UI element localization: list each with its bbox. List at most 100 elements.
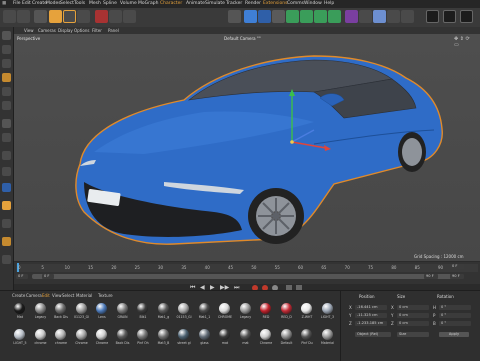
material-menu-select[interactable]: Select xyxy=(62,293,74,298)
material-swatch[interactable] xyxy=(198,303,210,314)
material-menu-camera[interactable]: Camera xyxy=(26,293,42,298)
render-view-icon[interactable] xyxy=(228,10,241,23)
edges-mode-icon[interactable] xyxy=(2,87,11,96)
start-frame-field[interactable]: 0 F xyxy=(16,274,28,279)
field-icon[interactable] xyxy=(314,10,327,23)
current-frame-field[interactable]: 0 F xyxy=(42,274,54,279)
material-swatch[interactable] xyxy=(239,329,251,340)
timeline-ruler[interactable] xyxy=(16,264,478,272)
right-frame-bottom[interactable]: 90 F xyxy=(450,274,464,279)
snap-icon[interactable] xyxy=(401,10,414,23)
material-swatch[interactable] xyxy=(116,303,128,314)
make-editable-icon[interactable] xyxy=(2,31,11,40)
workplane-icon[interactable] xyxy=(2,167,11,176)
menu-item-mesh[interactable]: Mesh xyxy=(89,0,101,8)
menu-item-simulate[interactable]: Simulate xyxy=(205,0,225,8)
menu-item-animate[interactable]: Animate xyxy=(186,0,205,8)
material-swatch[interactable] xyxy=(280,303,292,314)
deformer-icon[interactable] xyxy=(300,10,313,23)
cloner-icon[interactable] xyxy=(286,10,299,23)
material-swatch[interactable] xyxy=(14,329,25,340)
material-swatch[interactable] xyxy=(157,329,169,340)
material-swatch[interactable] xyxy=(34,303,46,314)
position-y-field[interactable]: -11.325 cm xyxy=(355,313,387,318)
size-z-field[interactable]: 0 cm xyxy=(397,321,429,326)
menu-item-edit[interactable]: Edit xyxy=(22,0,31,8)
material-swatch[interactable] xyxy=(260,303,271,314)
right-frame-top[interactable]: 0 F xyxy=(450,264,464,269)
material-menu-create[interactable]: Create xyxy=(12,293,25,298)
menu-item-modes[interactable]: Modes xyxy=(46,0,61,8)
display-icon[interactable] xyxy=(387,10,400,23)
material-swatch[interactable] xyxy=(137,329,148,340)
menu-item-tracker[interactable]: Tracker xyxy=(226,0,242,8)
undo-icon[interactable] xyxy=(3,10,16,23)
material-menu-edit[interactable]: Edit xyxy=(42,293,50,298)
material-menu-texture[interactable]: Texture xyxy=(98,293,113,298)
planar-workplane-icon[interactable] xyxy=(2,201,11,210)
viewport-menu-cameras[interactable]: Cameras xyxy=(38,27,56,34)
viewport-menu-options[interactable]: Options xyxy=(74,27,89,34)
app-logo-icon[interactable]: ■ xyxy=(2,0,6,8)
material-swatch[interactable] xyxy=(321,303,333,314)
menu-item-render[interactable]: Render xyxy=(245,0,261,8)
material-swatch[interactable] xyxy=(239,303,251,314)
position-z-field[interactable]: -1.233.185 cm xyxy=(355,321,387,326)
material-swatch[interactable] xyxy=(75,329,87,340)
end-frame-field[interactable]: 90 F xyxy=(424,274,438,279)
viewport-menu-filter[interactable]: Filter xyxy=(92,27,102,34)
material-swatch[interactable] xyxy=(321,329,333,340)
snapping-icon[interactable] xyxy=(2,151,11,160)
menu-item-tools[interactable]: Tools xyxy=(74,0,85,8)
material-swatch[interactable] xyxy=(178,303,189,314)
menu-item-comms[interactable]: Comms xyxy=(287,0,304,8)
menu-item-extensions[interactable]: Extensions xyxy=(263,0,287,8)
material-swatch[interactable] xyxy=(96,329,107,340)
rotation-p-field[interactable]: 0 ° xyxy=(439,313,471,318)
x-axis-lock-icon[interactable] xyxy=(95,10,108,23)
material-swatch[interactable] xyxy=(55,303,66,314)
size-x-field[interactable]: 0 cm xyxy=(397,305,429,310)
viewport[interactable]: Perspective Default Camera °° ✥ ⇕ ⟳ ▭ Gr… xyxy=(14,34,480,261)
scale-tool-icon[interactable] xyxy=(63,10,76,23)
range-slider[interactable] xyxy=(32,274,452,279)
polygons-mode-icon[interactable] xyxy=(2,101,11,110)
material-swatch[interactable] xyxy=(301,303,312,314)
texture-mode-icon[interactable] xyxy=(2,59,11,68)
cube-primitive-icon[interactable] xyxy=(244,10,257,23)
material-swatch[interactable] xyxy=(116,329,128,340)
size-mode-select[interactable]: Size xyxy=(397,332,429,337)
pen-spline-icon[interactable] xyxy=(258,10,271,23)
material-swatch[interactable] xyxy=(301,329,312,340)
points-mode-icon[interactable] xyxy=(2,73,11,82)
move-tool-icon[interactable] xyxy=(49,10,62,23)
material-swatch[interactable] xyxy=(260,329,271,340)
axis-mode-icon[interactable] xyxy=(2,119,11,128)
material-swatch[interactable] xyxy=(55,329,66,340)
menu-item-character[interactable]: Character xyxy=(160,0,182,8)
viewport-menu-panel[interactable]: Panel xyxy=(108,27,119,34)
menu-item-window[interactable]: Window xyxy=(304,0,322,8)
viewport-layout-icon[interactable] xyxy=(373,10,386,23)
menu-item-file[interactable]: File xyxy=(13,0,21,8)
rotation-h-field[interactable]: 0 ° xyxy=(439,305,471,310)
apply-button[interactable]: Apply xyxy=(439,332,469,337)
live-selection-icon[interactable] xyxy=(34,10,47,23)
material-swatch[interactable] xyxy=(219,329,230,340)
tweak-mode-icon[interactable] xyxy=(2,133,11,142)
menu-item-volume[interactable]: Volume xyxy=(120,0,137,8)
material-swatch[interactable] xyxy=(34,329,46,340)
material-swatch[interactable] xyxy=(96,303,107,314)
size-y-field[interactable]: 0 cm xyxy=(397,313,429,318)
material-swatch[interactable] xyxy=(137,303,148,314)
light-icon[interactable] xyxy=(359,10,372,23)
material-swatch[interactable] xyxy=(75,303,87,314)
rotation-b-field[interactable]: 0 ° xyxy=(439,321,471,326)
rotate-tool-icon[interactable] xyxy=(77,10,90,23)
y-axis-lock-icon[interactable] xyxy=(109,10,122,23)
menu-item-mograph[interactable]: MoGraph xyxy=(138,0,158,8)
menu-item-select[interactable]: Select xyxy=(60,0,74,8)
viewport-solo-icon[interactable] xyxy=(2,255,11,264)
material-swatch[interactable] xyxy=(178,329,189,340)
viewport-menu-display[interactable]: Display xyxy=(58,27,73,34)
